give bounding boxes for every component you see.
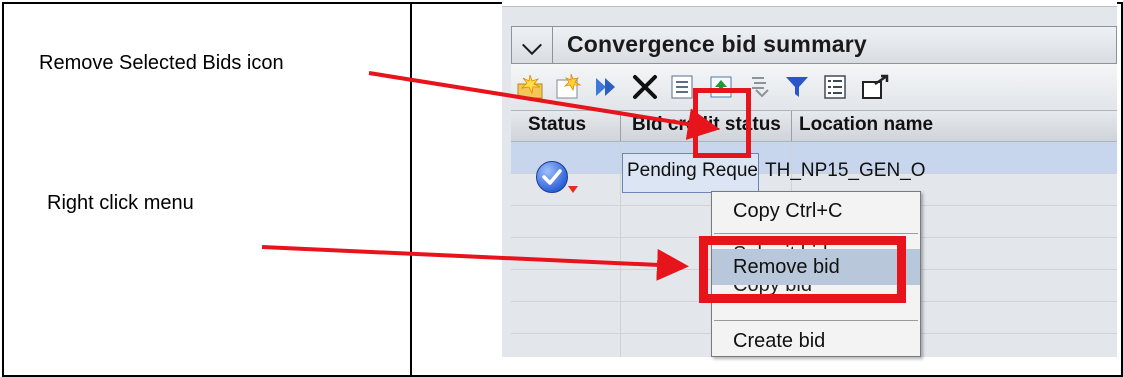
remove-icon-arrow <box>368 71 720 140</box>
annotation-arrows <box>261 71 720 281</box>
right-click-arrow <box>261 245 689 281</box>
